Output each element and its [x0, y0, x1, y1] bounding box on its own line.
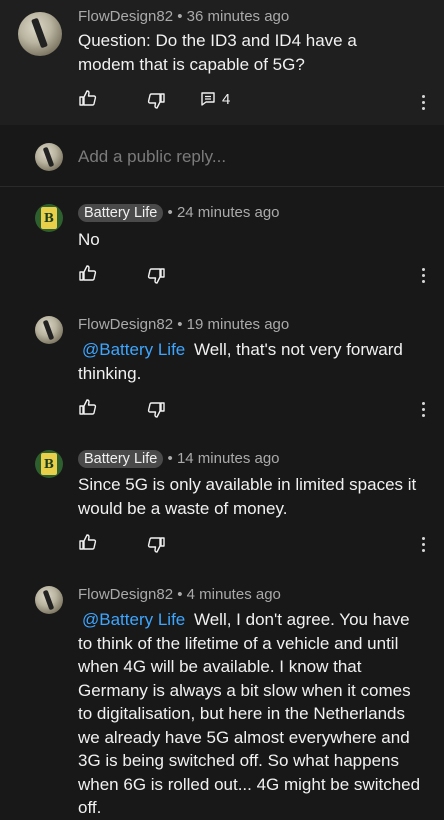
- thumb-down-icon[interactable]: [146, 535, 166, 555]
- thumb-down-icon[interactable]: [146, 91, 166, 111]
- thumb-up-icon[interactable]: [78, 263, 98, 283]
- thumb-up-icon[interactable]: [78, 397, 98, 417]
- more-vert-icon[interactable]: [421, 537, 425, 552]
- comment-meta: FlowDesign82 • 36 minutes ago: [78, 8, 289, 25]
- comment-body: Well, I don't agree. You have to think o…: [78, 610, 421, 817]
- comment-text: Question: Do the ID3 and ID4 have a mode…: [78, 31, 357, 74]
- avatar[interactable]: [35, 586, 63, 614]
- thumb-up-icon[interactable]: [78, 532, 98, 552]
- comment-text: @Battery Life Well, that's not very forw…: [78, 338, 418, 385]
- author-name[interactable]: FlowDesign82: [78, 586, 173, 603]
- avatar[interactable]: B: [35, 204, 63, 232]
- more-vert-icon[interactable]: [421, 95, 425, 110]
- comment-time: 14 minutes ago: [176, 450, 280, 467]
- top-comment: FlowDesign82 • 36 minutes ago Question: …: [0, 0, 444, 125]
- avatar: [35, 143, 63, 171]
- comment-text: @Battery Life Well, I don't agree. You h…: [78, 608, 426, 820]
- comment-meta: Battery Life • 14 minutes ago: [78, 450, 280, 468]
- author-chip[interactable]: Battery Life: [78, 450, 164, 468]
- author-name[interactable]: FlowDesign82: [78, 316, 173, 333]
- comment-text: Since 5G is only available in limited sp…: [78, 475, 417, 518]
- mention-link[interactable]: @Battery Life: [82, 610, 185, 629]
- comment-time: 36 minutes ago: [186, 8, 290, 25]
- comment-meta: FlowDesign82 • 19 minutes ago: [78, 316, 289, 333]
- thumb-down-icon[interactable]: [146, 266, 166, 286]
- comment-meta: Battery Life • 24 minutes ago: [78, 204, 280, 222]
- thumb-down-icon[interactable]: [146, 400, 166, 420]
- avatar[interactable]: [35, 316, 63, 344]
- divider: [0, 186, 444, 187]
- comment-text: No: [78, 230, 100, 249]
- reply-icon[interactable]: [200, 91, 216, 107]
- reply-input[interactable]: Add a public reply...: [78, 147, 226, 167]
- mention-link[interactable]: @Battery Life: [82, 340, 185, 359]
- meta-separator: •: [177, 316, 183, 333]
- meta-separator: •: [167, 204, 173, 221]
- author-chip[interactable]: Battery Life: [78, 204, 164, 222]
- avatar[interactable]: B: [35, 450, 63, 478]
- more-vert-icon[interactable]: [421, 268, 425, 283]
- comment-time: 19 minutes ago: [186, 316, 290, 333]
- channel-badge: B: [41, 207, 57, 229]
- thumb-up-icon[interactable]: [78, 88, 98, 108]
- comment-meta: FlowDesign82 • 4 minutes ago: [78, 586, 281, 603]
- meta-separator: •: [177, 586, 183, 603]
- reply-count[interactable]: 4: [222, 91, 230, 108]
- comment-time: 4 minutes ago: [186, 586, 281, 603]
- avatar[interactable]: [18, 12, 62, 56]
- channel-badge: B: [41, 453, 57, 475]
- author-name[interactable]: FlowDesign82: [78, 8, 173, 25]
- comment-time: 24 minutes ago: [176, 204, 280, 221]
- meta-separator: •: [177, 8, 183, 25]
- meta-separator: •: [167, 450, 173, 467]
- more-vert-icon[interactable]: [421, 402, 425, 417]
